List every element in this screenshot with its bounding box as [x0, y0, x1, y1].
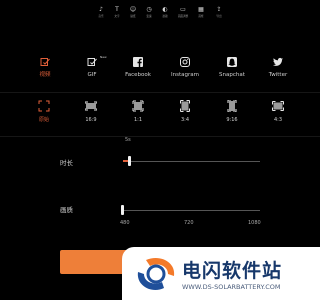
ratio-9-16-icon	[227, 100, 237, 112]
twitter-icon	[273, 57, 283, 66]
filter-icon: ◐	[162, 6, 168, 13]
quality-option[interactable]: 480	[120, 220, 130, 226]
video-icon	[40, 58, 50, 66]
duration-track[interactable]	[123, 161, 260, 162]
ratio-1-1-icon	[132, 100, 144, 112]
format-label: Twitter	[268, 72, 288, 78]
export-icon: ⇪	[216, 6, 222, 13]
quality-option[interactable]: 720	[184, 220, 194, 226]
site-watermark: 电闪软件站 WWW.DS-SOLARBATTERY.COM	[122, 247, 320, 300]
frame-icon: ▦	[198, 6, 204, 13]
original-ratio-icon	[38, 100, 50, 112]
quality-option[interactable]: 1080	[248, 220, 261, 226]
export-tool[interactable]: ⇪ 导出	[209, 6, 229, 20]
watermark-logo-icon	[137, 257, 175, 291]
top-toolbar: ♪ 音乐 T 文字 ☺ 贴纸 ◷ 变速 ◐ 滤镜 ▭ 画面调整 ▦ 画框 ⇪ 导…	[0, 6, 320, 22]
gif-icon	[87, 58, 97, 66]
watermark-url: WWW.DS-SOLARBATTERY.COM	[182, 283, 281, 291]
new-badge: New	[100, 55, 107, 59]
ratio-label: 原始	[38, 117, 49, 123]
screen-icon: ▭	[180, 6, 186, 13]
facebook-icon	[133, 57, 143, 67]
snapchat-icon	[227, 57, 237, 67]
ratio-label: 9:16	[226, 117, 238, 123]
tool-label: 导出	[216, 15, 222, 18]
divider	[0, 136, 320, 137]
ratio-label: 4:3	[273, 117, 283, 123]
duration-value: 5s	[125, 137, 131, 143]
watermark-name: 电闪软件站	[182, 260, 283, 282]
ratio-16-9-icon	[85, 101, 97, 111]
quality-track[interactable]	[123, 210, 260, 211]
quality-label: 画质	[60, 206, 73, 214]
quality-slider-thumb[interactable]	[121, 205, 124, 215]
divider	[0, 92, 320, 93]
duration-slider-thumb[interactable]	[128, 156, 131, 166]
instagram-icon	[180, 57, 190, 67]
duration-label: 时长	[60, 159, 73, 167]
ratio-label: 16:9	[85, 117, 97, 123]
ratio-label: 1:1	[133, 117, 143, 123]
ratio-3-4-icon	[180, 100, 190, 112]
ratio-label: 3:4	[180, 117, 190, 123]
ratio-4-3-icon	[272, 101, 284, 111]
